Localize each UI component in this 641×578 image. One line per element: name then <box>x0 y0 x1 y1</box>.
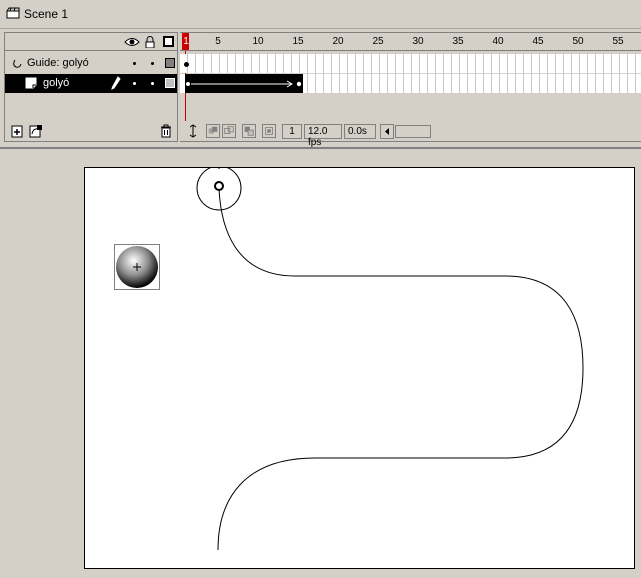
outline-icon[interactable] <box>163 36 174 47</box>
trash-icon[interactable] <box>159 124 173 138</box>
scene-title[interactable]: Scene 1 <box>24 7 68 21</box>
lock-icon[interactable] <box>145 36 155 48</box>
keyframe[interactable] <box>184 62 189 67</box>
layer-icon <box>25 77 37 89</box>
modify-onion-markers-icon[interactable] <box>262 124 276 138</box>
frame-row-guide[interactable] <box>180 54 641 73</box>
pencil-icon <box>111 76 121 90</box>
onion-skin-icon[interactable] <box>206 124 220 138</box>
add-layer-icon[interactable] <box>11 124 25 138</box>
outline-color-swatch[interactable] <box>165 78 175 88</box>
lock-dot[interactable] <box>151 62 154 65</box>
stage-area <box>0 147 641 578</box>
clapperboard-icon <box>6 7 20 19</box>
ruler-label: 30 <box>412 36 424 47</box>
frames-area: 1 5 10 15 20 25 30 35 40 45 50 55 1 12.0… <box>180 32 641 148</box>
arrow-left-icon <box>385 128 389 135</box>
lock-dot[interactable] <box>151 82 154 85</box>
ruler-label: 55 <box>612 36 624 47</box>
guide-layer-icon <box>13 59 22 68</box>
ruler-label: 35 <box>452 36 464 47</box>
scroll-thumb[interactable] <box>395 125 431 138</box>
layer-header <box>5 33 177 51</box>
current-frame-field: 1 <box>282 124 302 139</box>
elapsed-time-field: 0.0s <box>344 124 376 139</box>
layer-tools <box>5 121 177 141</box>
ruler-label: 10 <box>252 36 264 47</box>
ruler-label: 15 <box>292 36 304 47</box>
frame-rate-field[interactable]: 12.0 fps <box>304 124 342 148</box>
timeline-status-bar: 1 12.0 fps 0.0s <box>180 121 641 148</box>
frame-grid[interactable] <box>180 52 641 93</box>
center-frame-icon[interactable] <box>186 124 200 138</box>
layer-name: Guide: golyó <box>27 57 89 69</box>
outline-color-swatch[interactable] <box>165 58 175 68</box>
guide-motion-path[interactable] <box>85 168 636 570</box>
ruler-label: 20 <box>332 36 344 47</box>
frame-ruler[interactable]: 1 5 10 15 20 25 30 35 40 45 50 55 <box>180 33 641 51</box>
add-guide-layer-icon[interactable] <box>29 124 43 138</box>
ruler-label: 25 <box>372 36 384 47</box>
eye-icon[interactable] <box>124 37 140 47</box>
ruler-label: 50 <box>572 36 584 47</box>
ruler-label: 5 <box>215 36 221 47</box>
timeline-panel: Guide: golyó golyó 1 5 10 15 20 25 30 35… <box>0 30 641 148</box>
ruler-label: 1 <box>183 36 189 47</box>
edit-multiple-frames-icon[interactable] <box>242 124 256 138</box>
layer-name: golyó <box>43 77 70 89</box>
stage[interactable] <box>84 167 635 569</box>
visibility-dot[interactable] <box>133 62 136 65</box>
scene-bar: Scene 1 <box>0 0 641 29</box>
layer-row-golyo[interactable]: golyó <box>5 74 177 93</box>
ruler-label: 45 <box>532 36 544 47</box>
layers-list: Guide: golyó golyó <box>4 32 178 142</box>
onion-skin-outlines-icon[interactable] <box>222 124 236 138</box>
tween-arrow-icon <box>186 80 302 88</box>
scroll-left-button[interactable] <box>380 124 394 139</box>
motion-tween[interactable] <box>185 74 303 93</box>
ruler-label: 40 <box>492 36 504 47</box>
ball-symbol[interactable] <box>114 244 160 290</box>
visibility-dot[interactable] <box>133 82 136 85</box>
layer-row-guide[interactable]: Guide: golyó <box>5 54 177 73</box>
